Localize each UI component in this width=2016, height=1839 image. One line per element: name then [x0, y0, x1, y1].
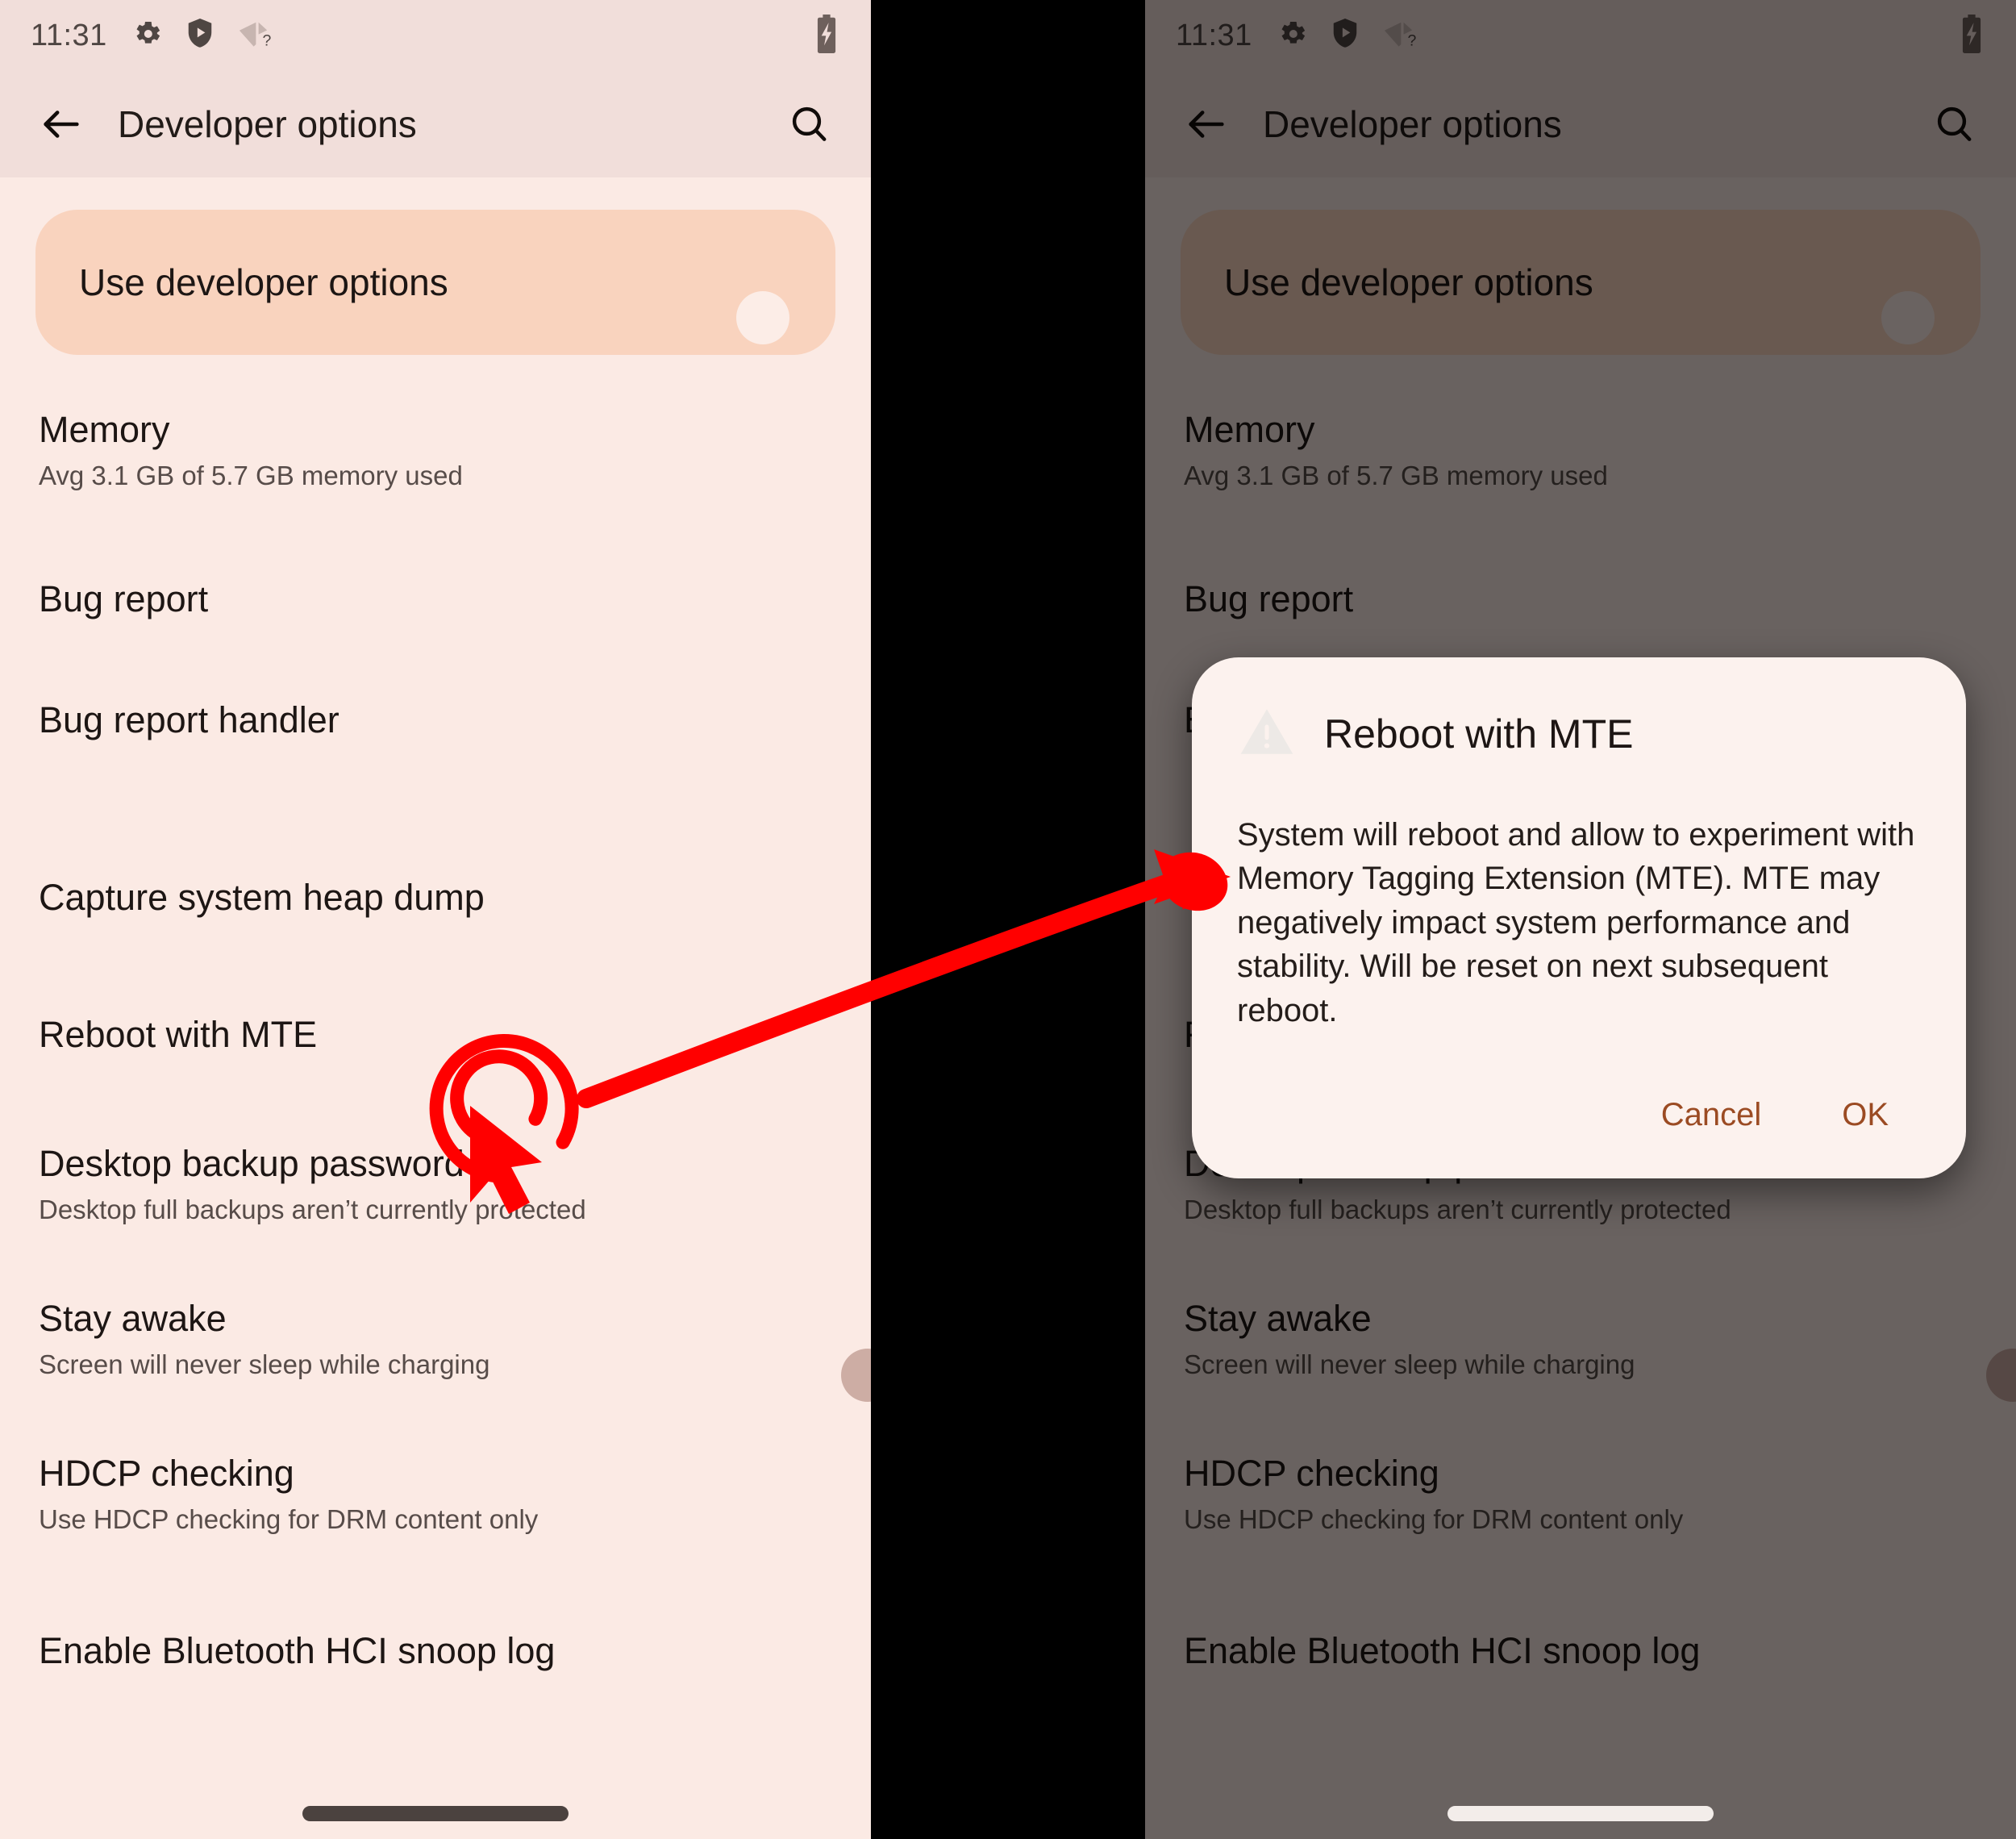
reboot-with-mte-dialog: Reboot with MTE System will reboot and a…	[1192, 657, 1966, 1178]
battery-charging-icon	[813, 14, 840, 57]
list-item[interactable]: Capture system heap dump	[0, 837, 871, 958]
list-item[interactable]: Stay awake Screen will never sleep while…	[0, 1273, 871, 1407]
master-switch-row[interactable]: Use developer options	[35, 210, 835, 355]
back-arrow-icon[interactable]	[27, 90, 95, 158]
status-bar-right	[813, 14, 840, 57]
list-item-subtitle: Screen will never sleep while charging	[39, 1349, 490, 1380]
settings-content: Use developer options Memory Avg 3.1 GB …	[0, 177, 871, 1839]
status-bar: 11:31 ?	[0, 0, 871, 71]
list-item[interactable]: Bug report handler	[0, 660, 871, 781]
settings-list: Memory Avg 3.1 GB of 5.7 GB memory used …	[0, 384, 871, 1712]
list-item-title: Capture system heap dump	[39, 876, 485, 918]
list-item-title: Bug report	[39, 578, 209, 619]
list-item-title: Memory	[39, 409, 170, 450]
warning-triangle-icon	[1237, 704, 1297, 763]
status-bar-icons: ?	[131, 17, 278, 55]
list-item[interactable]: HDCP checking Use HDCP checking for DRM …	[0, 1428, 871, 1562]
list-item-title: Enable Bluetooth HCI snoop log	[39, 1629, 556, 1671]
list-item-subtitle: Avg 3.1 GB of 5.7 GB memory used	[39, 461, 463, 491]
phone-screen: 11:31 ?	[0, 0, 871, 1839]
list-item-title: Stay awake	[39, 1298, 227, 1339]
list-item-subtitle: Desktop full backups aren’t currently pr…	[39, 1195, 586, 1225]
master-switch-label: Use developer options	[79, 261, 448, 303]
list-item-title: HDCP checking	[39, 1453, 294, 1494]
status-bar-clock: 11:31	[31, 18, 107, 52]
phone-panel-after: 11:31 ?	[1145, 0, 2016, 1839]
list-item[interactable]: Memory Avg 3.1 GB of 5.7 GB memory used	[0, 384, 871, 518]
list-item[interactable]: Bug report	[0, 539, 871, 660]
svg-text:?: ?	[262, 31, 271, 49]
dialog-body-text: System will reboot and allow to experime…	[1237, 817, 1915, 1028]
list-item-title: Bug report handler	[39, 698, 339, 740]
list-item-title: Desktop backup password	[39, 1143, 464, 1184]
dialog-header: Reboot with MTE	[1237, 704, 1921, 763]
app-bar: Developer options	[0, 71, 871, 177]
list-item[interactable]: Enable Bluetooth HCI snoop log	[0, 1591, 871, 1712]
phone-screen: 11:31 ?	[1145, 0, 2016, 1839]
cancel-button[interactable]: Cancel	[1629, 1079, 1794, 1151]
gesture-navigation-pill[interactable]	[302, 1806, 569, 1821]
gesture-navigation-pill[interactable]	[1447, 1806, 1714, 1821]
dialog-title: Reboot with MTE	[1324, 711, 1634, 757]
shield-play-icon	[185, 17, 215, 55]
screenshot-stage: 11:31 ? Developer options Use developer …	[0, 0, 2016, 1839]
wifi-question-icon: ?	[236, 18, 278, 54]
gear-icon	[131, 18, 164, 54]
list-item-title: Reboot with MTE	[39, 1013, 318, 1055]
phone-panel-before: 11:31 ? Developer options Use developer …	[0, 0, 871, 1839]
page-title: Developer options	[118, 103, 417, 145]
list-item-subtitle: Use HDCP checking for DRM content only	[39, 1504, 539, 1535]
ok-button[interactable]: OK	[1810, 1079, 1921, 1151]
search-icon[interactable]	[776, 90, 843, 158]
dialog-actions: Cancel OK	[1237, 1079, 1921, 1151]
list-item-reboot-with-mte[interactable]: Reboot with MTE	[0, 974, 871, 1095]
list-item[interactable]: Desktop backup password Desktop full bac…	[0, 1118, 871, 1252]
